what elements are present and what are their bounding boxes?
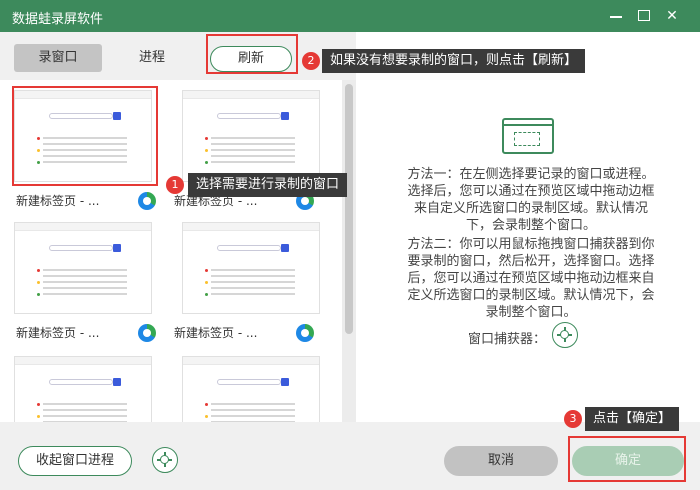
annotation-callout-1: 选择需要进行录制的窗口 [188,173,348,197]
window-thumbnail[interactable] [14,90,152,182]
annotation-callout-2: 如果没有想要录制的窗口，则点击【刷新】 [322,49,586,73]
window-label: 新建标签页 - ... [174,326,258,340]
title-bar: 数据蛙录屏软件 ✕ [0,0,700,32]
annotation-badge-3: 3 [564,410,582,428]
edge-icon [138,324,156,342]
tab-record-window[interactable]: 录窗口 [14,44,102,72]
window-thumbnail-grid: 新建标签页 - ... 新建标签页 - ... 新建标签页 - ... 新建标签… [0,80,342,422]
scrollbar[interactable] [342,80,356,422]
window-catcher-icon[interactable] [552,322,578,348]
annotation-badge-2: 2 [302,52,320,70]
window-thumbnail[interactable] [182,356,320,422]
method-one-text: 方法一：在左侧选择要记录的窗口或进程。 选择后，您可以通过在预览区域中拖动边框 … [407,167,655,233]
annotation-callout-3: 点击【确定】 [585,407,680,431]
window-thumbnail[interactable] [14,356,152,422]
minimize-button[interactable] [604,4,628,28]
edge-icon [138,192,156,210]
footer-bar: 收起窗口进程 取消 确定 [0,422,700,490]
window-label: 新建标签页 - ... [16,194,100,208]
window-thumbnail[interactable] [182,90,320,182]
window-thumbnail[interactable] [182,222,320,314]
close-icon: ✕ [666,8,678,24]
refresh-button[interactable]: 刷新 [210,46,292,72]
annotation-badge-1: 1 [166,176,184,194]
minimize-icon [610,16,622,18]
window-picker-icon [502,118,554,154]
window-thumbnail[interactable] [14,222,152,314]
maximize-button[interactable] [632,4,656,28]
method-two-text: 方法二：你可以用鼠标拖拽窗口捕获器到你 要录制的窗口，然后松开，选择窗口。选择 … [407,237,655,320]
window-title: 数据蛙录屏软件 [12,12,104,27]
window-label: 新建标签页 - ... [16,326,100,340]
cancel-button[interactable]: 取消 [444,446,558,476]
window-catcher-label: 窗口捕获器： [468,332,547,347]
scrollbar-thumb[interactable] [345,84,353,334]
preview-panel: 方法一：在左侧选择要记录的窗口或进程。 选择后，您可以通过在预览区域中拖动边框 … [356,32,700,422]
tab-process[interactable]: 进程 [120,44,184,72]
maximize-icon [638,10,650,21]
window-list-panel: 录窗口 进程 刷新 新建标签页 - ... 新建标签页 - ... 新建标签页 … [0,32,356,422]
close-button[interactable]: ✕ [660,4,684,28]
window-catcher-icon[interactable] [152,447,178,473]
edge-icon [296,324,314,342]
collapse-window-process-button[interactable]: 收起窗口进程 [18,446,132,476]
ok-button[interactable]: 确定 [572,446,684,476]
